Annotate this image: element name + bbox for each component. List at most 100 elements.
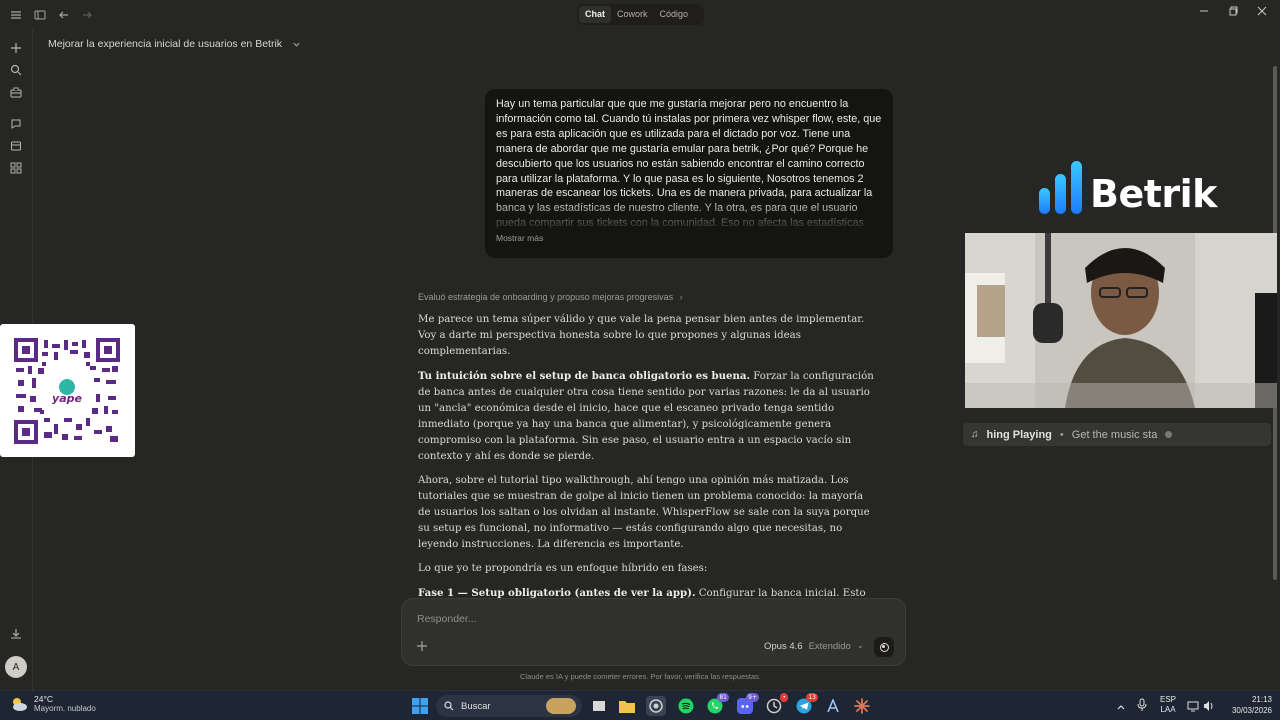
now-playing-label: hing Playing	[986, 428, 1052, 441]
spotify-button[interactable]	[676, 696, 696, 716]
taskbar: 24°C Mayorm. nublado Buscar 81 9+ • 13 E…	[0, 690, 1280, 720]
language-indicator[interactable]: ESP LAA	[1160, 695, 1176, 715]
notification-dot: •	[780, 693, 788, 702]
language-code: ESP	[1160, 695, 1177, 704]
app-a-button[interactable]	[823, 696, 843, 716]
toolbox-icon[interactable]	[8, 84, 24, 100]
chevron-down-icon: ⌄	[856, 641, 864, 650]
music-note-icon: ♫	[971, 429, 979, 440]
file-explorer-button[interactable]	[617, 696, 637, 716]
spotify-icon	[678, 698, 694, 714]
thinking-summary[interactable]: Evaluó estrategia de onboarding y propus…	[418, 292, 683, 302]
model-selector[interactable]: Opus 4.6 Extendido ⌄	[764, 641, 864, 652]
show-more-link[interactable]: Mostrar más	[496, 233, 543, 243]
sidebar-toggle-icon[interactable]	[32, 7, 48, 23]
chrome-icon	[649, 699, 663, 713]
composer: Opus 4.6 Extendido ⌄	[401, 598, 906, 666]
projects-icon[interactable]	[8, 138, 24, 154]
assistant-paragraph: Me parece un tema súper válido y que val…	[418, 314, 865, 357]
windows-start-button[interactable]	[410, 696, 430, 716]
clock-time: 21:13	[1251, 695, 1272, 704]
volume-icon[interactable]	[1203, 699, 1215, 717]
bold-text: Fase 1 — Setup obligatorio (antes de ver…	[418, 587, 696, 598]
telegram-badge: 13	[806, 693, 818, 702]
weather-description: Mayorm. nublado	[34, 704, 96, 713]
artifacts-icon[interactable]	[8, 160, 24, 176]
menu-icon[interactable]	[8, 7, 24, 23]
paragraph-text: Forzar la configuración de banca antes d…	[418, 371, 874, 462]
brand-name: Betrik	[1090, 172, 1217, 216]
thinking-summary-text: Evaluó estrategia de onboarding y propus…	[418, 292, 674, 302]
claude-button[interactable]	[852, 696, 872, 716]
tray-chevron-icon[interactable]	[1116, 699, 1126, 717]
assistant-message: Me parece un tema súper válido y que val…	[418, 312, 874, 598]
settings-app-icon	[766, 698, 782, 714]
separator-dot: •	[1059, 428, 1064, 441]
microphone-icon[interactable]	[1137, 698, 1147, 717]
assistant-paragraph: Fase 1 — Setup obligatorio (antes de ver…	[418, 585, 874, 598]
assistant-paragraph: Lo que yo te propondría es un enfoque hí…	[418, 563, 708, 574]
chevron-right-icon: ›	[679, 292, 683, 302]
tab-cowork[interactable]: Cowork	[611, 6, 654, 23]
new-chat-icon[interactable]	[8, 40, 24, 56]
bold-text: Tu intuición sobre el setup de banca obl…	[418, 370, 751, 382]
disclaimer: Claude es IA y puede cometer errores. Po…	[520, 672, 761, 681]
user-message-text: Hay un tema particular que que me gustar…	[496, 98, 882, 230]
mode-switch: Chat Cowork Código	[577, 4, 704, 25]
cloud-sun-icon	[13, 697, 27, 711]
webcam-image	[965, 233, 1277, 408]
forward-arrow-icon[interactable]	[79, 7, 95, 23]
add-attachment-button[interactable]	[417, 639, 427, 655]
a-app-icon	[827, 699, 839, 713]
search-highlight-icon	[546, 698, 576, 714]
user-message: Hay un tema particular que que me gustar…	[485, 89, 893, 258]
voice-icon	[879, 642, 889, 652]
voice-mode-button[interactable]	[874, 637, 894, 657]
weather-widget[interactable]: 24°C Mayorm. nublado	[10, 694, 96, 713]
download-icon[interactable]	[8, 626, 24, 642]
app-button[interactable]: •	[764, 693, 788, 716]
betrik-logo: Betrik	[1038, 160, 1217, 216]
network-icon[interactable]	[1187, 699, 1199, 717]
task-view-icon	[593, 701, 605, 711]
whatsapp-button[interactable]: 81	[705, 693, 729, 716]
webcam-feed	[965, 233, 1277, 408]
telegram-button[interactable]: 13	[794, 693, 818, 716]
folder-icon	[619, 701, 635, 713]
now-playing-widget: ♫ hing Playing • Get the music sta	[963, 423, 1271, 446]
qr-code-image: yape	[14, 338, 120, 444]
conversation-title[interactable]: Mejorar la experiencia inicial de usuari…	[48, 38, 301, 50]
search-icon	[444, 701, 454, 711]
claude-app-window: Chat Cowork Código A Mejorar la experien…	[0, 0, 1280, 690]
search-icon[interactable]	[8, 62, 24, 78]
search-label: Buscar	[461, 700, 491, 712]
model-mode: Extendido	[808, 641, 851, 652]
minimize-button[interactable]	[1195, 6, 1213, 22]
chats-icon[interactable]	[8, 116, 24, 132]
conversation-title-text: Mejorar la experiencia inicial de usuari…	[48, 38, 283, 50]
bar-chart-logo-icon	[1039, 161, 1082, 214]
close-button[interactable]	[1253, 6, 1271, 22]
status-dot-icon	[1165, 431, 1173, 438]
yape-logo-text: yape	[52, 392, 82, 405]
assistant-paragraph: Ahora, sobre el tutorial tipo walkthroug…	[418, 475, 870, 550]
title-bar: Chat Cowork Código	[0, 0, 1280, 29]
clock[interactable]: 21:13 30/03/2026	[1226, 694, 1272, 716]
taskbar-search[interactable]: Buscar	[436, 695, 582, 717]
chrome-button[interactable]	[646, 696, 666, 716]
back-arrow-icon[interactable]	[56, 7, 72, 23]
maximize-button[interactable]	[1225, 6, 1243, 22]
tab-codigo[interactable]: Código	[654, 6, 695, 23]
whatsapp-badge: 81	[717, 693, 729, 702]
keyboard-layout: LAA	[1160, 705, 1176, 714]
assistant-paragraph: Tu intuición sobre el setup de banca obl…	[418, 368, 874, 465]
yape-qr-code: yape	[0, 324, 135, 457]
user-avatar[interactable]: A	[5, 656, 27, 678]
claude-icon	[854, 698, 870, 714]
discord-button[interactable]: 9+	[735, 693, 759, 716]
temperature: 24°C	[34, 694, 53, 704]
tab-chat[interactable]: Chat	[579, 6, 611, 23]
reply-input[interactable]	[417, 613, 837, 625]
task-view-button[interactable]	[589, 696, 609, 716]
windows-logo-icon	[412, 698, 428, 714]
